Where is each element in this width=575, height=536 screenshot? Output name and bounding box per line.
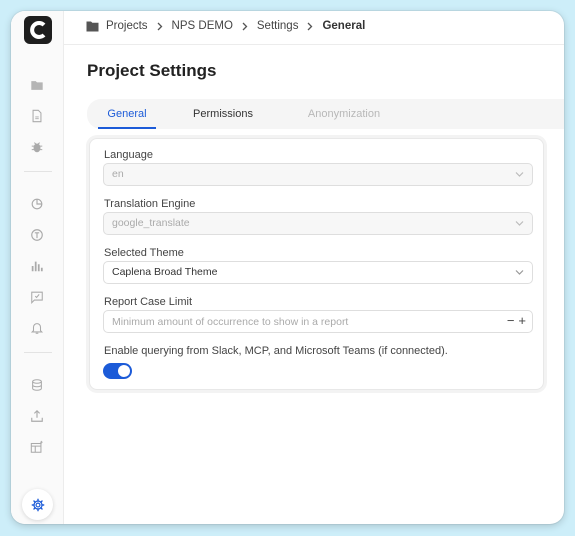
bug-icon[interactable] (29, 139, 45, 155)
tab-anonymization: Anonymization (307, 108, 381, 120)
chevron-down-icon (515, 221, 524, 226)
breadcrumb: Projects NPS DEMO Settings General (86, 18, 365, 34)
breadcrumb-settings[interactable]: Settings (257, 20, 299, 32)
report-case-limit-label: Report Case Limit (104, 296, 193, 308)
decrement-button[interactable]: − (507, 313, 515, 329)
language-label: Language (104, 149, 153, 161)
increment-button[interactable]: + (518, 313, 526, 329)
translation-engine-value: google_translate (112, 217, 190, 229)
tab-general[interactable]: General (98, 99, 156, 129)
general-settings-card: Language en Translation Engine google_tr… (89, 138, 544, 390)
pie-chart-icon[interactable] (29, 196, 45, 212)
translation-engine-label: Translation Engine (104, 198, 196, 210)
settings-button[interactable] (22, 489, 53, 520)
gear-icon (31, 498, 44, 511)
feedback-icon[interactable] (29, 289, 45, 305)
breadcrumb-current: General (322, 20, 366, 32)
chevron-right-icon (242, 22, 248, 31)
upload-icon[interactable] (29, 408, 45, 424)
bell-icon[interactable] (29, 320, 45, 336)
toggle-knob (118, 365, 130, 377)
theme-value: Caplena Broad Theme (112, 266, 218, 278)
caplena-logo[interactable] (24, 16, 52, 44)
report-case-limit-input[interactable] (112, 314, 492, 329)
logo-icon (30, 21, 46, 39)
chevron-down-icon (515, 270, 524, 275)
chevron-down-icon (515, 172, 524, 177)
sidebar (11, 11, 64, 524)
language-value: en (112, 168, 124, 180)
folder-icon[interactable] (29, 77, 45, 93)
chevron-right-icon (157, 22, 163, 31)
bar-chart-icon[interactable] (29, 258, 45, 274)
theme-label: Selected Theme (104, 247, 184, 259)
app-window: Projects NPS DEMO Settings General Proje… (11, 11, 564, 524)
header-divider (64, 44, 564, 45)
new-feature-icon[interactable] (29, 439, 45, 455)
page-title: Project Settings (87, 61, 217, 80)
database-icon[interactable] (29, 377, 45, 393)
language-select: en (103, 163, 533, 186)
report-case-limit-field: − + (103, 310, 533, 333)
breadcrumb-project[interactable]: NPS DEMO (172, 20, 233, 32)
chevron-right-icon (307, 22, 313, 31)
tab-permissions[interactable]: Permissions (187, 99, 259, 129)
breadcrumb-projects[interactable]: Projects (106, 20, 148, 32)
theme-select[interactable]: Caplena Broad Theme (103, 261, 533, 284)
querying-toggle-label: Enable querying from Slack, MCP, and Mic… (104, 345, 448, 357)
sidebar-divider (24, 171, 52, 172)
querying-toggle[interactable] (103, 363, 132, 379)
topic-icon[interactable] (29, 227, 45, 243)
translation-engine-select: google_translate (103, 212, 533, 235)
document-icon[interactable] (29, 108, 45, 124)
settings-tabs: General Permissions Anonymization (87, 99, 564, 129)
sidebar-divider (24, 352, 52, 353)
folder-icon (86, 21, 99, 32)
quantity-stepper: − + (507, 313, 526, 329)
